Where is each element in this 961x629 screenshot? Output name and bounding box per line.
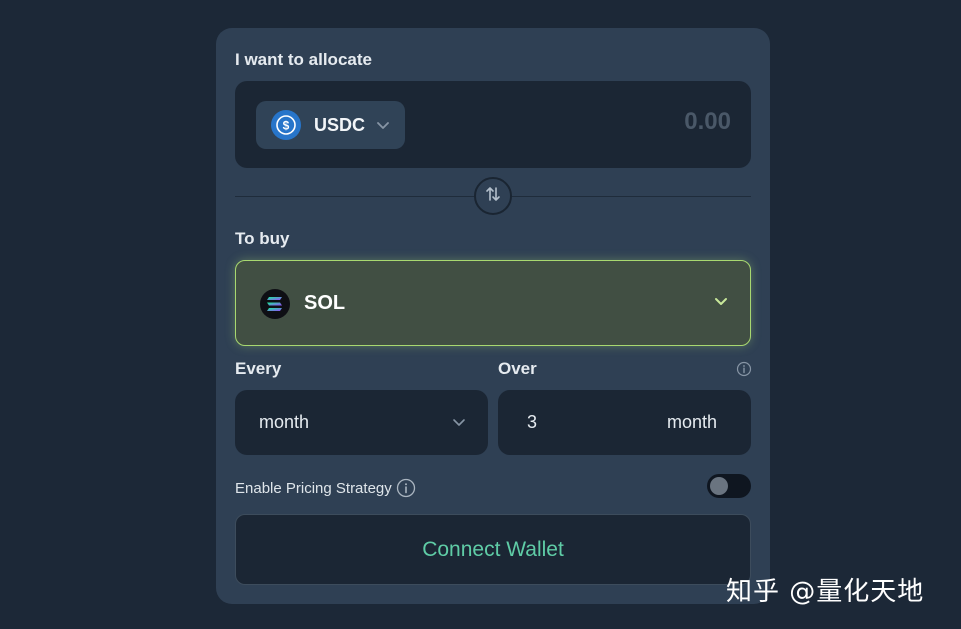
buy-label: To buy (235, 229, 290, 248)
every-label: Every (235, 359, 282, 378)
allocate-token-select[interactable]: $ USDC (256, 101, 405, 149)
pricing-strategy-label: Enable Pricing Strategy (235, 479, 392, 497)
every-value: month (259, 412, 310, 432)
buy-token-select[interactable]: SOL (235, 260, 751, 346)
pricing-strategy-row: Enable Pricing Strategy (235, 478, 416, 498)
watermark: 知乎 @量化天地 (726, 577, 925, 607)
usdc-icon: $ (271, 110, 301, 140)
amount-input[interactable] (531, 108, 731, 136)
allocate-input-box: $ USDC (235, 81, 751, 168)
over-label: Over (498, 359, 537, 378)
over-count-input[interactable]: 3 (527, 412, 537, 433)
allocate-token-symbol: USDC (314, 115, 366, 135)
buy-token-symbol: SOL (304, 292, 346, 314)
allocate-label: I want to allocate (235, 50, 372, 69)
toggle-knob (710, 477, 728, 495)
sol-icon (260, 289, 290, 319)
over-field: 3 month (498, 390, 751, 455)
over-unit: month (666, 412, 717, 432)
pricing-strategy-toggle[interactable] (707, 474, 751, 498)
info-icon[interactable] (736, 361, 752, 377)
chevron-down-icon (452, 415, 466, 434)
chevron-down-icon (376, 118, 390, 137)
dca-card: I want to allocate $ USDC To buy (216, 28, 770, 604)
svg-text:$: $ (283, 119, 290, 133)
swap-arrows-icon (484, 185, 502, 208)
chevron-down-icon (714, 294, 728, 313)
connect-wallet-button[interactable]: Connect Wallet (235, 514, 751, 585)
swap-button[interactable] (474, 177, 512, 215)
info-icon[interactable] (396, 478, 416, 498)
every-select[interactable]: month (235, 390, 488, 455)
